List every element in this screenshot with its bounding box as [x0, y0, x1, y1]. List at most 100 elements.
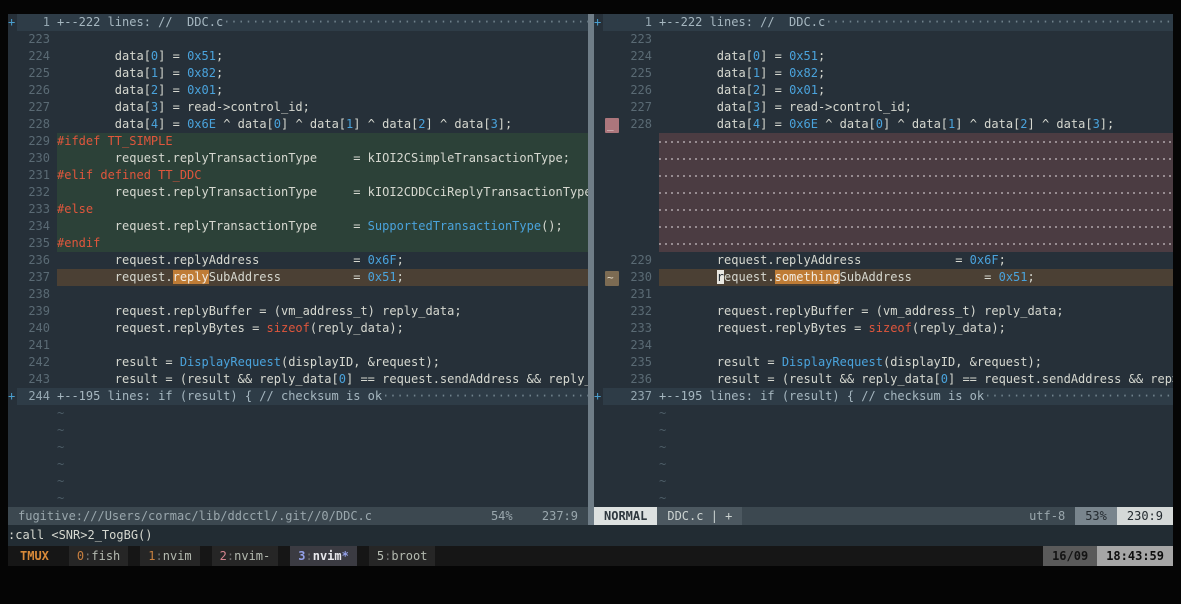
code-line[interactable]: 223: [8, 31, 588, 48]
code-line[interactable]: 225 data[1] = 0x82;: [8, 65, 588, 82]
code-line[interactable]: 235 result = DisplayRequest(displayID, &…: [594, 354, 1173, 371]
fold-sign[interactable]: +: [8, 388, 17, 405]
line-number: 236: [630, 372, 652, 386]
code-line[interactable]: 233 request.replyBytes = sizeof(reply_da…: [594, 320, 1173, 337]
tilde-line[interactable]: ~: [8, 422, 588, 439]
sign-column: [603, 405, 619, 422]
line-number: [17, 405, 57, 422]
fold-column: [594, 490, 603, 507]
code-line[interactable]: 239 request.replyBuffer = (vm_address_t)…: [8, 303, 588, 320]
code-line[interactable]: 236 request.replyAddress = 0x6F;: [8, 252, 588, 269]
code-line[interactable]: 224 data[0] = 0x51;: [8, 48, 588, 65]
tmux-window-index: 1: [148, 549, 156, 563]
tmux-window-list: 0:fish 1:nvim 2:nvim- 3:nvim* 5:broot: [57, 546, 436, 566]
line-text: ~: [57, 473, 588, 490]
code-line[interactable]: 223: [594, 31, 1173, 48]
fold-column: [8, 184, 17, 201]
tilde-line[interactable]: ~: [8, 439, 588, 456]
code-line[interactable]: 236 result = (result && reply_data[0] ==…: [594, 371, 1173, 388]
tilde-line[interactable]: ~: [594, 422, 1173, 439]
code-line[interactable]: 226 data[2] = 0x01;: [8, 82, 588, 99]
line-text: #elif defined TT_DDC: [57, 167, 588, 184]
command-text: :call <SNR>2_TogBG(): [8, 528, 153, 542]
code-line[interactable]: 233 #else: [8, 201, 588, 218]
filler-line[interactable]: [594, 218, 1173, 235]
code-line[interactable]: 243 result = (result && reply_data[0] ==…: [8, 371, 588, 388]
code-line[interactable]: 235 #endif: [8, 235, 588, 252]
code-line[interactable]: 242 result = DisplayRequest(displayID, &…: [8, 354, 588, 371]
fold-line[interactable]: +244 +--195 lines: if (result) { // check…: [8, 388, 588, 405]
line-number: 236: [28, 253, 50, 267]
tilde-line[interactable]: ~: [8, 490, 588, 507]
code-line[interactable]: 229 #ifdef TT_SIMPLE: [8, 133, 588, 150]
filler-line[interactable]: [594, 184, 1173, 201]
gitgutter-sign: ~: [605, 271, 619, 286]
code-line[interactable]: 231: [594, 286, 1173, 303]
code-line[interactable]: 237 request.replySubAddress = 0x51;: [8, 269, 588, 286]
code-line[interactable]: 227 data[3] = read->control_id;: [594, 99, 1173, 116]
vim-command-line[interactable]: :call <SNR>2_TogBG(): [8, 525, 1173, 546]
line-number: 244: [17, 388, 57, 405]
fold-column: [594, 320, 603, 337]
code-line[interactable]: 224 data[0] = 0x51;: [594, 48, 1173, 65]
tilde-line[interactable]: ~: [594, 405, 1173, 422]
tmux-window-5[interactable]: 5:broot: [368, 546, 436, 566]
tmux-session-label: TMUX: [20, 549, 49, 563]
line-number: 232: [28, 185, 50, 199]
code-segment: request.replyBytes =: [57, 321, 267, 335]
tmux-window-flag: -: [263, 549, 271, 563]
fold-sign[interactable]: +: [594, 388, 603, 405]
code-line[interactable]: 225 data[1] = 0x82;: [594, 65, 1173, 82]
code-line[interactable]: 232 request.replyBuffer = (vm_address_t)…: [594, 303, 1173, 320]
code-segment: request.replyTransactionType =: [57, 219, 368, 233]
line-text: result = (result && reply_data[0] == req…: [659, 371, 1173, 388]
tilde-line[interactable]: ~: [594, 473, 1173, 490]
code-segment: ] == request.sendAddress && rep: [948, 372, 1172, 386]
filler-line[interactable]: [594, 201, 1173, 218]
tilde-line[interactable]: ~: [8, 456, 588, 473]
filler-line[interactable]: [594, 133, 1173, 150]
line-number: 243: [28, 372, 50, 386]
tilde-line[interactable]: ~: [594, 456, 1173, 473]
fold-column: [8, 337, 17, 354]
code-line[interactable]: _ 228 data[4] = 0x6E ^ data[0] ^ data[1] …: [594, 116, 1173, 133]
code-line[interactable]: 229 request.replyAddress = 0x6F;: [594, 252, 1173, 269]
fold-column: [594, 201, 603, 218]
tmux-window-3[interactable]: 3:nvim*: [290, 546, 357, 566]
tmux-window-0[interactable]: 0:fish: [68, 546, 129, 566]
fold-sign[interactable]: +: [594, 14, 603, 31]
line-text: request.replyTransactionType = kIOI2CDDC…: [57, 184, 588, 201]
code-line[interactable]: 232 request.replyTransactionType = kIOI2…: [8, 184, 588, 201]
empty-buffer-tilde: ~: [659, 457, 667, 471]
code-line[interactable]: 240 request.replyBytes = sizeof(reply_da…: [8, 320, 588, 337]
code-line[interactable]: 234: [594, 337, 1173, 354]
fold-line[interactable]: +1 +--222 lines: // DDC.c················…: [8, 14, 588, 31]
code-line[interactable]: 228 data[4] = 0x6E ^ data[0] ^ data[1] ^…: [8, 116, 588, 133]
fold-column: [8, 116, 17, 133]
filler-line[interactable]: [594, 235, 1173, 252]
filler-line[interactable]: [594, 167, 1173, 184]
code-line[interactable]: 234 request.replyTransactionType = Suppo…: [8, 218, 588, 235]
code-line[interactable]: 238: [8, 286, 588, 303]
fold-line[interactable]: +237 +--195 lines: if (result) { // check…: [594, 388, 1173, 405]
tmux-window-1[interactable]: 1:nvim: [140, 546, 200, 566]
code-line[interactable]: 231 #elif defined TT_DDC: [8, 167, 588, 184]
tilde-line[interactable]: ~: [594, 439, 1173, 456]
code-line[interactable]: 227 data[3] = read->control_id;: [8, 99, 588, 116]
code-line[interactable]: 226 data[2] = 0x01;: [594, 82, 1173, 99]
code-line[interactable]: ~230 request.somethingSubAddress = 0x51;: [594, 269, 1173, 286]
sign-column: [603, 167, 619, 184]
tilde-line[interactable]: ~: [8, 405, 588, 422]
filler-line[interactable]: [594, 150, 1173, 167]
fold-line[interactable]: +1 +--222 lines: // DDC.c················…: [594, 14, 1173, 31]
tmux-window-2[interactable]: 2:nvim-: [211, 546, 279, 566]
code-segment: DisplayRequest: [179, 355, 281, 369]
left-pane-buffer: +1 +--222 lines: // DDC.c················…: [8, 14, 588, 507]
code-line[interactable]: 241: [8, 337, 588, 354]
code-line[interactable]: 230 request.replyTransactionType = kIOI2…: [8, 150, 588, 167]
fold-sign[interactable]: +: [8, 14, 17, 31]
tilde-line[interactable]: ~: [594, 490, 1173, 507]
line-text: result = DisplayRequest(displayID, &requ…: [57, 354, 588, 371]
tmux-window-name: nvim: [162, 549, 192, 563]
tilde-line[interactable]: ~: [8, 473, 588, 490]
